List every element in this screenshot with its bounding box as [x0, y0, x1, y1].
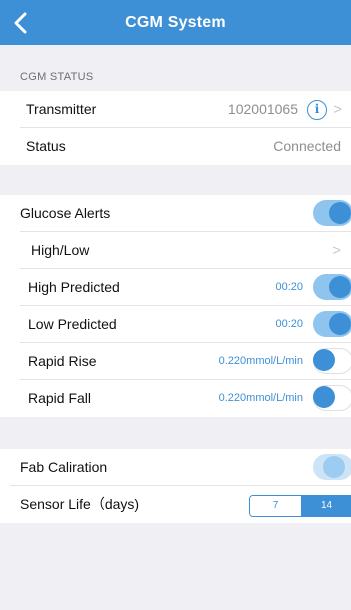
status-label: Status [26, 138, 66, 154]
sensor-life-option-14[interactable]: 14 [301, 496, 351, 516]
nav-bar: CGM System [0, 0, 351, 45]
section-header-cgm-status: CGM STATUS [20, 71, 94, 83]
low-predicted-value[interactable]: 00:20 [275, 306, 303, 343]
toggle-knob [313, 386, 335, 408]
rapid-fall-value[interactable]: 0.220mmol/L/min [219, 380, 303, 417]
low-predicted-toggle[interactable] [313, 311, 351, 337]
toggle-knob [323, 456, 345, 478]
transmitter-label: Transmitter [26, 101, 97, 117]
fab-calibration-label: Fab Caliration [20, 459, 108, 475]
glucose-alerts-group: Glucose Alerts High/Low > High Predicted… [0, 195, 351, 417]
rapid-rise-value[interactable]: 0.220mmol/L/min [219, 343, 303, 380]
high-predicted-value[interactable]: 00:20 [275, 269, 303, 306]
toggle-knob [329, 276, 351, 298]
toggle-knob [329, 202, 351, 224]
calibration-group: Fab Caliration Sensor Life（days) 7 14 [0, 449, 351, 523]
chevron-right-icon: > [332, 242, 341, 259]
high-predicted-toggle[interactable] [313, 274, 351, 300]
toggle-knob [313, 349, 335, 371]
toggle-knob [329, 313, 351, 335]
glucose-alerts-row: Glucose Alerts [0, 195, 351, 232]
glucose-alerts-toggle[interactable] [313, 200, 351, 226]
sensor-life-row: Sensor Life（days) 7 14 [0, 486, 351, 523]
rapid-rise-row: Rapid Rise 0.220mmol/L/min [0, 343, 351, 380]
rapid-fall-label: Rapid Fall [28, 390, 92, 406]
rapid-rise-toggle[interactable] [313, 348, 351, 374]
high-low-label: High/Low [31, 242, 90, 258]
transmitter-value: 102001065 [227, 101, 298, 117]
fab-calibration-toggle[interactable] [313, 454, 351, 480]
sensor-life-option-7[interactable]: 7 [250, 496, 301, 516]
sensor-life-segmented-control[interactable]: 7 14 [249, 495, 351, 517]
high-predicted-label: High Predicted [28, 279, 120, 295]
rapid-rise-label: Rapid Rise [28, 353, 97, 369]
high-predicted-row: High Predicted 00:20 [0, 269, 351, 306]
sensor-life-label: Sensor Life（days) [20, 496, 140, 512]
rapid-fall-toggle[interactable] [313, 385, 351, 411]
page-title: CGM System [125, 14, 226, 31]
rapid-fall-row: Rapid Fall 0.220mmol/L/min [0, 380, 351, 417]
glucose-alerts-label: Glucose Alerts [20, 205, 111, 221]
low-predicted-label: Low Predicted [28, 316, 117, 332]
chevron-right-icon: > [333, 101, 342, 118]
high-low-row[interactable]: High/Low > [0, 232, 351, 269]
low-predicted-row: Low Predicted 00:20 [0, 306, 351, 343]
status-row: Status Connected [0, 128, 351, 165]
cgm-status-group: Transmitter 102001065 i > Status Connect… [0, 91, 351, 165]
info-icon[interactable]: i [307, 100, 327, 120]
status-value: Connected [273, 138, 341, 154]
transmitter-row[interactable]: Transmitter 102001065 i > [0, 91, 351, 128]
fab-calibration-row: Fab Caliration [0, 449, 351, 486]
